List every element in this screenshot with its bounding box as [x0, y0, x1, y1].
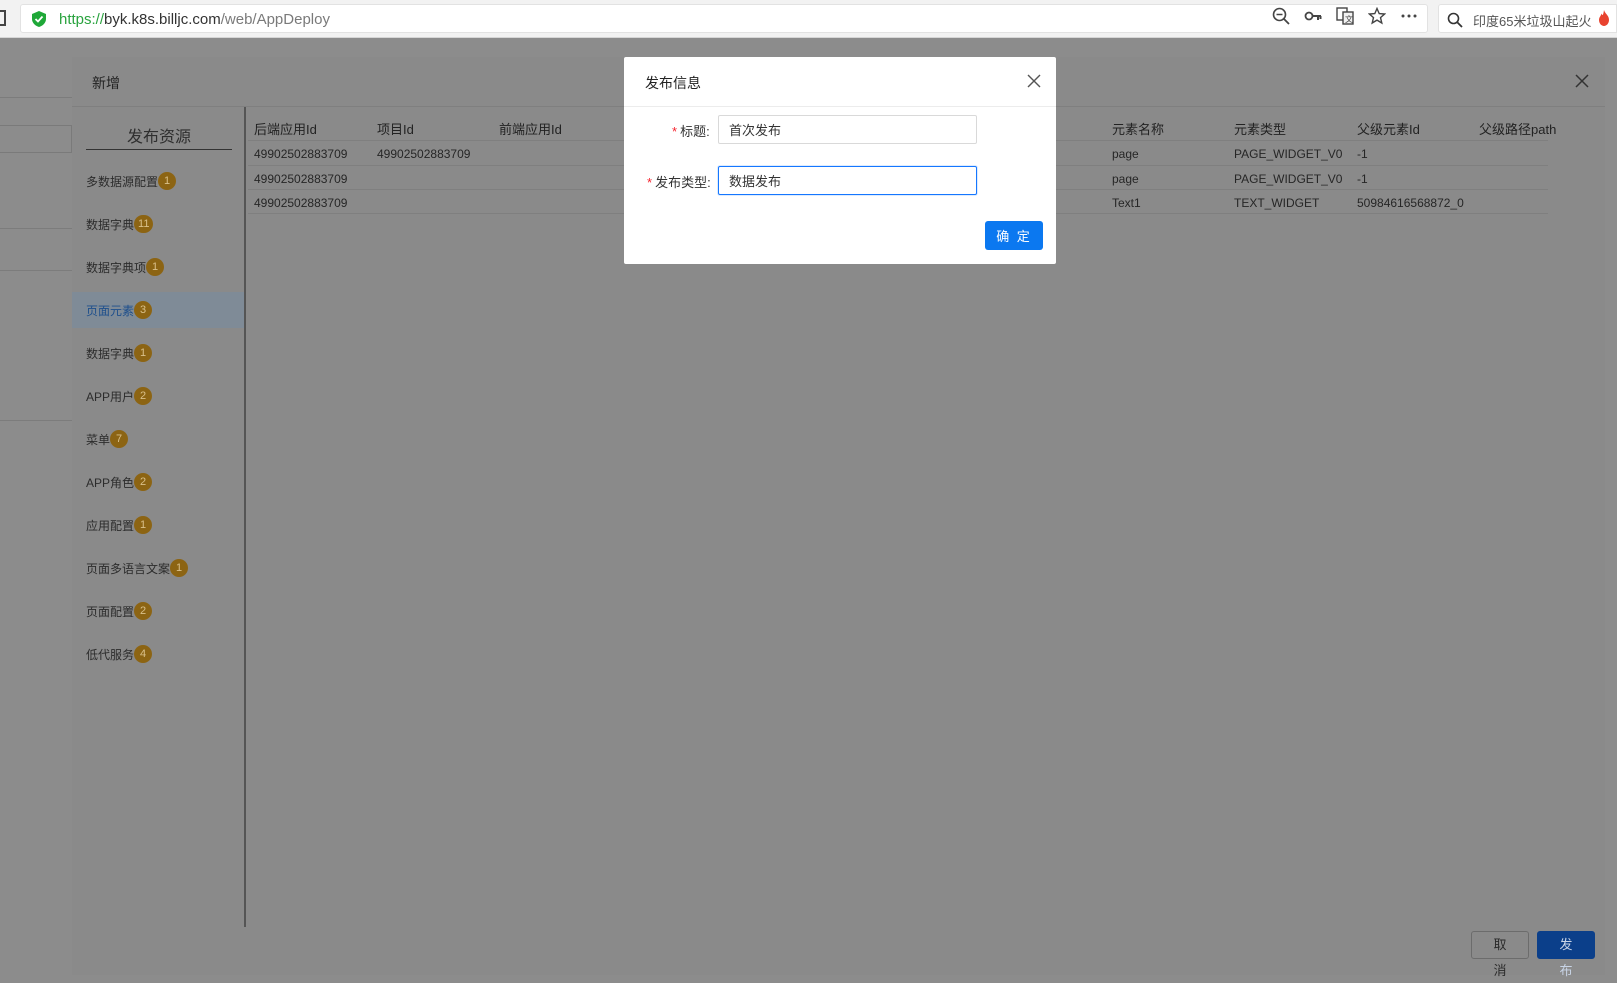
- star-icon[interactable]: [1368, 7, 1386, 25]
- publish-type-input[interactable]: [718, 166, 977, 195]
- more-icon[interactable]: [1400, 7, 1418, 25]
- publish-info-dialog: 发布信息 *标题: *发布类型: 确 定: [624, 57, 1056, 264]
- table-cell: PAGE_WIDGET_V0: [1234, 147, 1343, 161]
- confirm-button[interactable]: 确 定: [985, 221, 1043, 250]
- table-cell: 49902502883709: [254, 172, 348, 186]
- column-header: 前端应用Id: [499, 122, 562, 137]
- page-divider: [0, 228, 72, 229]
- count-badge: 1: [170, 559, 189, 577]
- column-header: 父级路径path: [1479, 122, 1557, 137]
- resource-sidebar: 发布资源 多数据源配置 1 数据字典 11 数据字典项 1 页面元素 3 数据字典 1 A…: [72, 107, 246, 927]
- sidebar-item-app-config[interactable]: 应用配置 1: [72, 507, 244, 543]
- sidebar-item-label: 页面配置: [86, 604, 135, 619]
- sidebar-item-data-dict[interactable]: 数据字典 11: [72, 206, 244, 242]
- sidebar-item-page-elements[interactable]: 页面元素 3: [72, 292, 244, 328]
- search-query: 印度65米垃圾山起火: [1473, 14, 1592, 29]
- table-cell: TEXT_WIDGET: [1234, 196, 1320, 210]
- sidebar-item-label: 数据字典: [86, 217, 135, 232]
- table-cell: -1: [1357, 172, 1368, 186]
- search-icon: [1447, 12, 1463, 28]
- home-icon[interactable]: [0, 10, 6, 26]
- sidebar-item-label: 数据字典项: [86, 260, 147, 275]
- page-divider: [0, 420, 72, 421]
- page-divider: [0, 270, 72, 271]
- publish-button[interactable]: 发 布: [1537, 931, 1595, 978]
- count-badge: 1: [146, 258, 165, 276]
- table-cell: Text1: [1112, 196, 1141, 210]
- sidebar-item-label: 应用配置: [86, 518, 135, 533]
- page-input-fragment: [0, 125, 72, 153]
- svg-text:文: 文: [1345, 14, 1353, 24]
- title-input[interactable]: [718, 115, 977, 144]
- sidebar-title: 发布资源: [86, 123, 232, 150]
- key-icon[interactable]: [1304, 7, 1322, 25]
- cancel-button[interactable]: 取 消: [1471, 931, 1529, 978]
- browser-search-box[interactable]: 印度65米垃圾山起火: [1438, 4, 1617, 33]
- sidebar-item-page-config[interactable]: 页面配置 2: [72, 593, 244, 629]
- zoom-out-icon[interactable]: [1272, 7, 1290, 25]
- column-header: 元素名称: [1112, 122, 1165, 137]
- sidebar-item-label: APP用户: [86, 389, 135, 404]
- column-header: 项目Id: [377, 122, 414, 137]
- browser-toolbar: https://byk.k8s.billjc.com/web/AppDeploy…: [0, 0, 1617, 38]
- column-header: 元素类型: [1234, 122, 1287, 137]
- column-header: 后端应用Id: [254, 122, 317, 137]
- sidebar-item-menu[interactable]: 菜单 7: [72, 421, 244, 457]
- count-badge: 4: [134, 645, 153, 663]
- table-cell: -1: [1357, 147, 1368, 161]
- dialog-header: 发布信息: [624, 57, 1056, 107]
- count-badge: 3: [134, 301, 153, 319]
- count-badge: 1: [158, 172, 177, 190]
- sidebar-item-page-i18n[interactable]: 页面多语言文案 1: [72, 550, 244, 586]
- sidebar-item-label: 菜单: [86, 432, 111, 447]
- secure-shield-icon: [32, 11, 46, 27]
- count-badge: 2: [134, 473, 153, 491]
- column-header: 父级元素Id: [1357, 122, 1420, 137]
- count-badge: 7: [110, 430, 129, 448]
- sidebar-item-label: 低代服务: [86, 647, 135, 662]
- url-text: https://byk.k8s.billjc.com/web/AppDeploy: [59, 11, 330, 28]
- sidebar-item-lowcode-service[interactable]: 低代服务 4: [72, 636, 244, 672]
- count-badge: 2: [134, 602, 153, 620]
- required-mark: *: [672, 124, 678, 139]
- sidebar-item-app-roles[interactable]: APP角色 2: [72, 464, 244, 500]
- hot-fire-icon: [1599, 10, 1609, 26]
- sidebar-item-app-users[interactable]: APP用户 2: [72, 378, 244, 414]
- sidebar-item-label: APP角色: [86, 475, 135, 490]
- table-cell: PAGE_WIDGET_V0: [1234, 172, 1343, 186]
- add-modal-title: 新增: [92, 75, 120, 91]
- required-mark: *: [647, 175, 653, 190]
- table-cell: 50984616568872_0: [1357, 196, 1464, 210]
- sidebar-item-label: 数据字典: [86, 346, 135, 361]
- count-badge: 11: [134, 215, 154, 233]
- close-icon[interactable]: [1026, 73, 1042, 89]
- translate-icon[interactable]: 文: [1336, 7, 1354, 25]
- sidebar-item-datasource-config[interactable]: 多数据源配置 1: [72, 163, 244, 199]
- page-divider: [0, 97, 72, 98]
- count-badge: 1: [134, 344, 153, 362]
- dialog-title: 发布信息: [645, 75, 701, 91]
- sidebar-item-label: 多数据源配置: [86, 174, 159, 189]
- table-cell: page: [1112, 172, 1139, 186]
- table-cell: page: [1112, 147, 1139, 161]
- table-cell: 49902502883709: [254, 147, 348, 161]
- count-badge: 2: [134, 387, 153, 405]
- table-cell: 49902502883709: [254, 196, 348, 210]
- count-badge: 1: [134, 516, 153, 534]
- sidebar-item-label: 页面多语言文案: [86, 561, 171, 576]
- sidebar-item-data-dict-entry[interactable]: 数据字典项 1: [72, 249, 244, 285]
- title-field-label: * 标题:: [672, 124, 710, 139]
- publish-type-label: * 发布类型:: [647, 175, 711, 190]
- address-bar[interactable]: https://byk.k8s.billjc.com/web/AppDeploy: [20, 4, 1428, 33]
- table-cell: 49902502883709: [377, 147, 471, 161]
- close-icon[interactable]: [1573, 72, 1591, 90]
- sidebar-item-data-dict-2[interactable]: 数据字典 1: [72, 335, 244, 371]
- sidebar-item-label: 页面元素: [86, 303, 135, 318]
